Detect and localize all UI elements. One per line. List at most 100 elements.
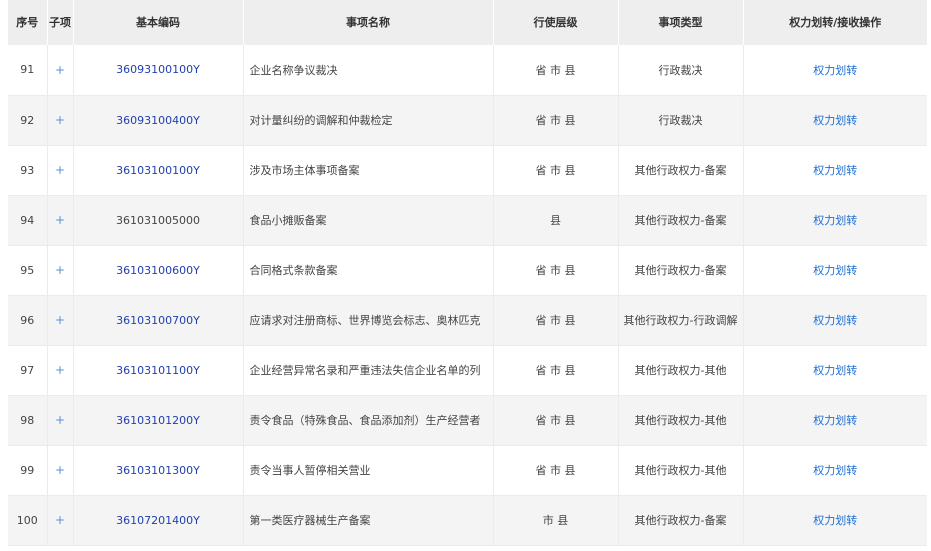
item-code-link-cell: 36093100400Y — [73, 95, 244, 146]
expand-subitems-button[interactable]: + — [47, 245, 74, 296]
item-level: 省 市 县 — [493, 245, 619, 296]
header-op: 权力划转/接收操作 — [789, 16, 882, 29]
power-transfer-link-cell: 权力划转 — [743, 45, 927, 96]
expand-subitems-button[interactable]: + — [47, 45, 74, 96]
item-name: 食品小摊贩备案 — [243, 195, 494, 246]
power-transfer-link-cell: 权力划转 — [743, 295, 927, 346]
row-seq: 100 — [8, 495, 48, 546]
item-level: 省 市 县 — [493, 395, 619, 446]
item-name: 责令当事人暂停相关营业 — [243, 445, 494, 496]
expand-subitems-button[interactable]: + — [47, 195, 74, 246]
item-type: 其他行政权力-备案 — [618, 195, 744, 246]
table-row: 98 +36103101200Y 责令食品（特殊食品、食品添加剂）生产经营者省 市 … — [8, 395, 927, 446]
power-transfer-link-cell: 权力划转 — [743, 245, 927, 296]
item-code-link-cell: 36103101100Y — [73, 345, 244, 396]
table-row: 97 +36103101100Y 企业经营异常名录和严重违法失信企业名单的列省 市 … — [8, 345, 927, 396]
item-type: 行政裁决 — [618, 45, 744, 96]
item-code-link[interactable]: 36103100600Y — [116, 264, 200, 277]
power-transfer-link-cell: 权力划转 — [743, 495, 927, 546]
power-transfer-link-cell: 权力划转 — [743, 145, 927, 196]
row-seq: 92 — [8, 95, 48, 146]
item-code-link-cell: 36103101300Y — [73, 445, 244, 496]
row-seq: 94 — [8, 195, 48, 246]
item-level: 省 市 县 — [493, 145, 619, 196]
item-level: 市 县 — [493, 495, 619, 546]
item-name: 第一类医疗器械生产备案 — [243, 495, 494, 546]
item-name: 企业名称争议裁决 — [243, 45, 494, 96]
power-transfer-link[interactable]: 权力划转 — [813, 114, 857, 127]
item-type: 其他行政权力-备案 — [618, 245, 744, 296]
power-transfer-link[interactable]: 权力划转 — [813, 314, 857, 327]
expand-subitems-button[interactable]: + — [47, 445, 74, 496]
power-transfer-link[interactable]: 权力划转 — [813, 514, 857, 527]
item-code-link-cell: 36093100100Y — [73, 45, 244, 96]
item-type: 其他行政权力-行政调解 — [618, 295, 744, 346]
table-row: 94 +361031005000 食品小摊贩备案县其他行政权力-备案 权力划转 — [8, 195, 927, 246]
table-row: 93 +36103100100Y 涉及市场主体事项备案省 市 县其他行政权力-备案 权… — [8, 145, 927, 196]
power-transfer-link-cell: 权力划转 — [743, 445, 927, 496]
item-type: 其他行政权力-其他 — [618, 395, 744, 446]
item-level: 省 市 县 — [493, 345, 619, 396]
table-row: 91 +36093100100Y 企业名称争议裁决省 市 县行政裁决 权力划转 — [8, 45, 927, 96]
expand-subitems-button[interactable]: + — [47, 95, 74, 146]
row-seq: 95 — [8, 245, 48, 296]
table-row: 100 +36107201400Y 第一类医疗器械生产备案市 县其他行政权力-备案 权… — [8, 495, 927, 546]
header-name: 事项名称 — [243, 0, 494, 45]
item-code-link[interactable]: 36107201400Y — [116, 514, 200, 527]
item-code-link-cell: 36103100100Y — [73, 145, 244, 196]
table-row: 99 +36103101300Y 责令当事人暂停相关营业省 市 县其他行政权力-其他… — [8, 445, 927, 496]
header-type: 事项类型 — [618, 0, 744, 45]
power-transfer-link[interactable]: 权力划转 — [813, 364, 857, 377]
row-seq: 96 — [8, 295, 48, 346]
row-seq: 91 — [8, 45, 48, 96]
item-code: 361031005000 — [116, 213, 200, 227]
item-level: 省 市 县 — [493, 445, 619, 496]
power-transfer-link[interactable]: 权力划转 — [813, 264, 857, 277]
power-items-table: 序号 子项 基本编码 事项名称 行使层级 事项类型 权力划转/接收操作 91 +3… — [8, 0, 927, 546]
item-name: 涉及市场主体事项备案 — [243, 145, 494, 196]
item-name: 企业经营异常名录和严重违法失信企业名单的列 — [243, 345, 494, 396]
item-type: 其他行政权力-其他 — [618, 345, 744, 396]
header-seq: 序号 — [8, 0, 48, 45]
item-name: 合同格式条款备案 — [243, 245, 494, 296]
table-row: 96 +36103100700Y 应请求对注册商标、世界博览会标志、奥林匹克省 市 … — [8, 295, 927, 346]
table-body: 91 +36093100100Y 企业名称争议裁决省 市 县行政裁决 权力划转 92 +3… — [8, 45, 927, 546]
item-type: 行政裁决 — [618, 95, 744, 146]
row-seq: 99 — [8, 445, 48, 496]
item-code-link-cell: 36107201400Y — [73, 495, 244, 546]
power-transfer-link-cell: 权力划转 — [743, 395, 927, 446]
power-transfer-link[interactable]: 权力划转 — [813, 164, 857, 177]
item-code-link[interactable]: 36103101200Y — [116, 414, 200, 427]
item-code-link-cell: 36103100600Y — [73, 245, 244, 296]
power-transfer-link-cell: 权力划转 — [743, 195, 927, 246]
item-code-link-cell: 36103101200Y — [73, 395, 244, 446]
expand-subitems-button[interactable]: + — [47, 295, 74, 346]
header-sub: 子项 — [47, 0, 74, 45]
expand-subitems-button[interactable]: + — [47, 145, 74, 196]
item-code-link[interactable]: 36103101100Y — [116, 364, 200, 377]
item-code-link[interactable]: 36103100100Y — [116, 164, 200, 177]
row-seq: 97 — [8, 345, 48, 396]
header-code: 基本编码 — [73, 0, 244, 45]
item-code-link[interactable]: 36103101300Y — [116, 464, 200, 477]
expand-subitems-button[interactable]: + — [47, 395, 74, 446]
item-type: 其他行政权力-备案 — [618, 495, 744, 546]
item-type: 其他行政权力-备案 — [618, 145, 744, 196]
power-transfer-link-cell: 权力划转 — [743, 95, 927, 146]
expand-subitems-button[interactable]: + — [47, 345, 74, 396]
item-code-link[interactable]: 36093100400Y — [116, 114, 200, 127]
table-row: 92 +36093100400Y 对计量纠纷的调解和仲裁检定省 市 县行政裁决 权力划… — [8, 95, 927, 146]
expand-subitems-button[interactable]: + — [47, 495, 74, 546]
item-level: 省 市 县 — [493, 45, 619, 96]
power-transfer-link[interactable]: 权力划转 — [813, 64, 857, 77]
table-row: 95 +36103100600Y 合同格式条款备案省 市 县其他行政权力-备案 权力划… — [8, 245, 927, 296]
item-code-link[interactable]: 36093100100Y — [116, 63, 200, 76]
item-level: 省 市 县 — [493, 295, 619, 346]
item-name: 对计量纠纷的调解和仲裁检定 — [243, 95, 494, 146]
item-code-cell: 361031005000 — [73, 195, 244, 246]
item-level: 省 市 县 — [493, 95, 619, 146]
power-transfer-link[interactable]: 权力划转 — [813, 464, 857, 477]
item-code-link[interactable]: 36103100700Y — [116, 314, 200, 327]
power-transfer-link[interactable]: 权力划转 — [813, 214, 857, 227]
power-transfer-link[interactable]: 权力划转 — [813, 414, 857, 427]
